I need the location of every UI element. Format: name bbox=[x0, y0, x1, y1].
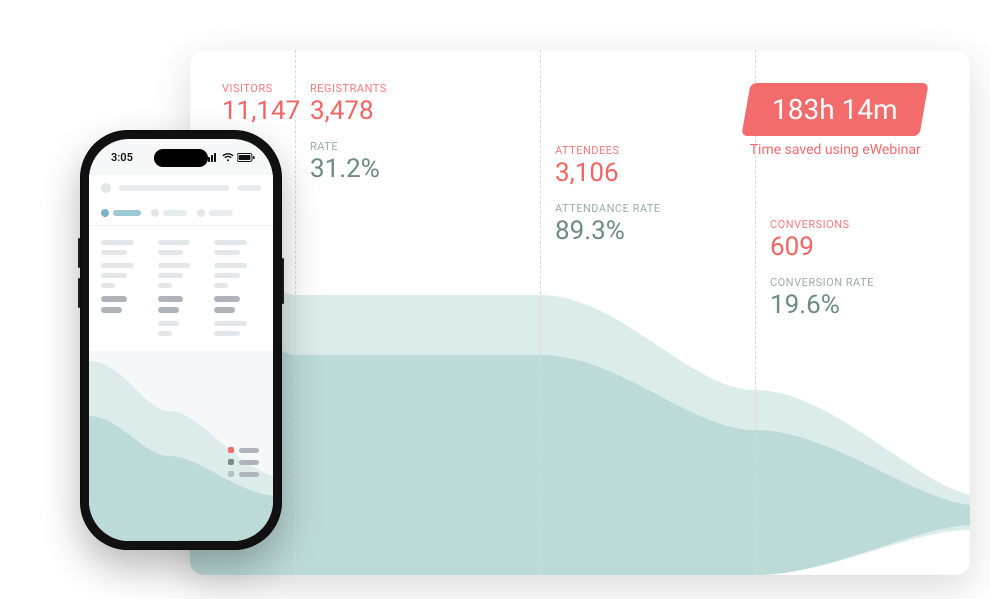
app-header bbox=[89, 175, 273, 201]
bullet-icon bbox=[151, 209, 159, 217]
metric-rate-label: CONVERSION RATE bbox=[770, 276, 874, 289]
metric-label: VISITORS bbox=[222, 82, 300, 95]
skeleton-line bbox=[119, 185, 229, 191]
time-saved-caption: Time saved using eWebinar bbox=[746, 142, 924, 158]
metric-label: ATTENDEES bbox=[555, 144, 661, 157]
tab-item[interactable] bbox=[101, 209, 141, 217]
metric-label: CONVERSIONS bbox=[770, 218, 874, 231]
metrics-skeleton-grid bbox=[89, 226, 273, 351]
tab-item[interactable] bbox=[151, 209, 187, 217]
tab-label bbox=[113, 210, 141, 216]
bullet-icon bbox=[197, 209, 205, 217]
status-icons bbox=[205, 153, 255, 162]
metric-value: 11,147 bbox=[222, 97, 300, 126]
metric-value: 3,106 bbox=[555, 159, 661, 188]
tab-label bbox=[209, 210, 233, 216]
battery-icon bbox=[237, 153, 255, 162]
metric-value: 3,478 bbox=[310, 97, 387, 126]
skeleton-cell bbox=[214, 240, 261, 341]
volume-down-button bbox=[78, 278, 80, 308]
wifi-icon bbox=[222, 153, 234, 162]
metric-rate-value: 31.2% bbox=[310, 155, 387, 184]
tab-bar bbox=[89, 201, 273, 226]
bullet-icon bbox=[101, 209, 109, 217]
phone-mockup: 3:05 bbox=[80, 130, 282, 550]
skeleton-line bbox=[237, 185, 261, 191]
time-saved-value: 183h 14m bbox=[742, 83, 929, 136]
metric-rate-value: 89.3% bbox=[555, 217, 661, 246]
stage-divider bbox=[295, 50, 296, 575]
metric-visitors: VISITORS 11,147 bbox=[222, 82, 300, 126]
legend-swatch bbox=[228, 471, 234, 477]
skeleton-cell bbox=[101, 240, 148, 341]
metric-label: REGISTRANTS bbox=[310, 82, 387, 95]
volume-up-button bbox=[78, 238, 80, 268]
avatar[interactable] bbox=[101, 183, 111, 193]
dynamic-island bbox=[154, 149, 208, 167]
legend-item bbox=[228, 447, 259, 453]
metric-registrants: REGISTRANTS 3,478 RATE 31.2% bbox=[310, 82, 387, 183]
tab-item[interactable] bbox=[197, 209, 233, 217]
metric-rate-value: 19.6% bbox=[770, 291, 874, 320]
legend-label bbox=[239, 448, 259, 453]
power-button bbox=[282, 258, 284, 304]
stage-divider bbox=[540, 50, 541, 575]
legend-label bbox=[239, 472, 259, 477]
metric-rate-label: ATTENDANCE RATE bbox=[555, 202, 661, 215]
metric-rate-label: RATE bbox=[310, 140, 387, 153]
metric-conversions: CONVERSIONS 609 CONVERSION RATE 19.6% bbox=[770, 218, 874, 319]
analytics-dashboard: VISITORS 11,147 REGISTRANTS 3,478 RATE 3… bbox=[190, 50, 970, 575]
legend-item bbox=[228, 459, 259, 465]
clock: 3:05 bbox=[111, 151, 133, 164]
legend-swatch bbox=[228, 447, 234, 453]
mini-legend bbox=[228, 447, 259, 477]
skeleton-cell bbox=[158, 240, 205, 341]
legend-swatch bbox=[228, 459, 234, 465]
legend-label bbox=[239, 460, 259, 465]
tab-label bbox=[163, 210, 187, 216]
metric-value: 609 bbox=[770, 233, 874, 262]
legend-item bbox=[228, 471, 259, 477]
metric-attendees: ATTENDEES 3,106 ATTENDANCE RATE 89.3% bbox=[555, 144, 661, 245]
phone-screen: 3:05 bbox=[89, 139, 273, 541]
time-saved-badge: 183h 14m Time saved using eWebinar bbox=[746, 83, 924, 158]
